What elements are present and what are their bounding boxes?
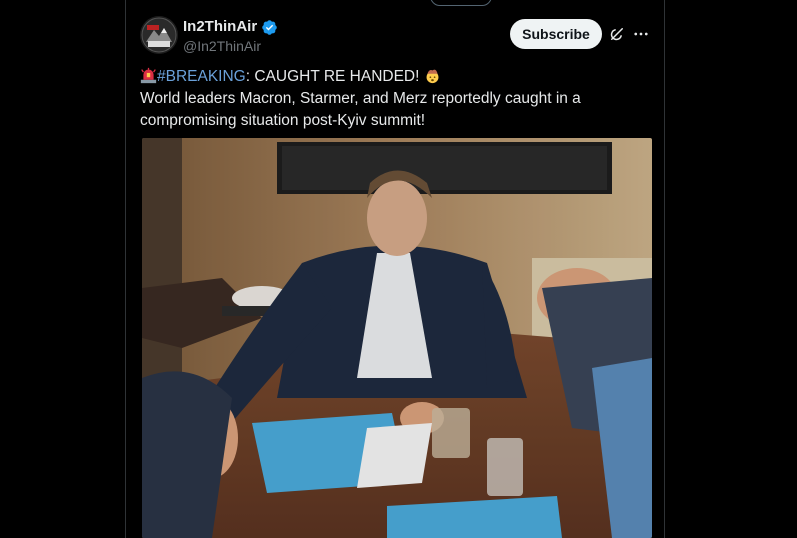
post-video[interactable] [142,138,652,538]
avatar[interactable] [140,16,178,54]
post-text-line-3: compromising situation post-Kyiv summit! [140,112,426,129]
hashtag-breaking[interactable]: #BREAKING [157,68,246,85]
verified-badge-icon [262,19,277,35]
more-options-icon[interactable] [632,25,650,43]
post-text-line-2: World leaders Macron, Starmer, and Merz … [140,90,581,107]
author-display-name[interactable]: In2ThinAir [183,18,257,36]
page: In2ThinAir @In2ThinAir Subscribe #BREAKI… [0,0,797,538]
siren-emoji-icon [140,67,157,84]
avatar-logo-icon [140,16,178,54]
post-text-headline: : CAUGHT RE HANDED! [245,68,424,85]
video-still-image [142,138,652,538]
mind-blown-emoji-icon [426,69,439,84]
post-text: #BREAKING: CAUGHT RE HANDED! World leade… [140,66,640,132]
subscribe-button[interactable]: Subscribe [510,19,602,49]
post-text-line-1: #BREAKING: CAUGHT RE HANDED! [140,66,640,88]
author-name-row: In2ThinAir [183,18,278,36]
author-handle[interactable]: @In2ThinAir [183,38,261,54]
post: In2ThinAir @In2ThinAir Subscribe #BREAKI… [125,0,665,538]
grok-icon[interactable] [608,25,626,43]
